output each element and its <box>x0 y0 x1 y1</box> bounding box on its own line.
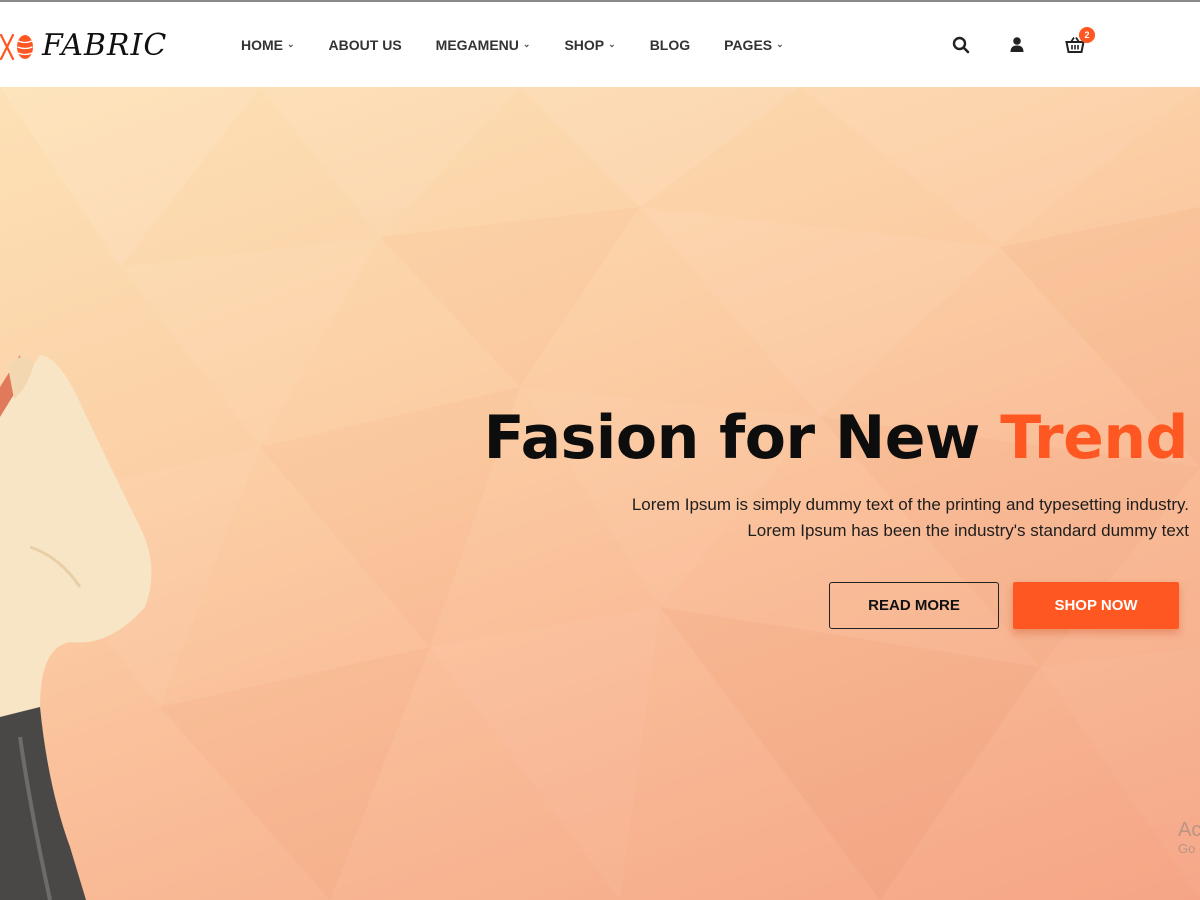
hero-title: Fasion for New Trend <box>483 403 1189 473</box>
cart-icon[interactable]: 2 <box>1065 27 1095 55</box>
nav-item-home[interactable]: HOME ⌄ <box>241 37 295 53</box>
chevron-down-icon: ⌄ <box>287 39 295 49</box>
nav-item-about-us[interactable]: ABOUT US <box>329 37 402 53</box>
chevron-down-icon: ⌄ <box>608 39 616 49</box>
fashion-model-image <box>0 355 152 900</box>
nav-item-label: MEGAMENU <box>435 36 519 53</box>
watermark-line: Ac <box>1178 819 1200 841</box>
hero-title-accent: Trend <box>1000 403 1188 473</box>
main-nav: HOME ⌄ ABOUT US MEGAMENU ⌄ SHOP ⌄ BLOG P… <box>241 2 818 87</box>
user-icon[interactable] <box>1007 35 1027 55</box>
shop-now-button[interactable]: SHOP NOW <box>1013 582 1179 629</box>
brand-logo[interactable]: FABRIC <box>0 26 167 66</box>
nav-item-pages[interactable]: PAGES ⌄ <box>724 37 784 53</box>
hero-subtitle-line: Lorem Ipsum has been the industry's stan… <box>747 521 1189 540</box>
yarn-logo-icon <box>0 29 34 63</box>
hero-subtitle: Lorem Ipsum is simply dummy text of the … <box>632 492 1189 544</box>
chevron-down-icon: ⌄ <box>776 39 784 49</box>
nav-item-blog[interactable]: BLOG <box>650 37 690 53</box>
activation-watermark: Ac Go <box>1178 820 1200 855</box>
search-icon[interactable] <box>951 35 971 55</box>
nav-item-label: BLOG <box>649 36 691 53</box>
nav-item-label: PAGES <box>724 36 773 53</box>
nav-item-megamenu[interactable]: MEGAMENU ⌄ <box>436 37 531 53</box>
nav-item-label: SHOP <box>564 36 605 53</box>
nav-item-label: ABOUT US <box>328 36 402 53</box>
nav-item-label: HOME <box>241 36 283 53</box>
site-header: FABRIC HOME ⌄ ABOUT US MEGAMENU ⌄ SHOP ⌄… <box>0 2 1200 87</box>
chevron-down-icon: ⌄ <box>522 39 531 49</box>
brand-name: FABRIC <box>42 28 168 63</box>
header-actions: 2 <box>900 2 1200 87</box>
watermark-line: Go <box>1178 841 1196 856</box>
hero-banner: Fasion for New Trend Lorem Ipsum is simp… <box>0 87 1200 900</box>
cart-count-badge: 2 <box>1079 27 1095 43</box>
nav-item-shop[interactable]: SHOP ⌄ <box>564 37 615 53</box>
read-more-button[interactable]: READ MORE <box>829 582 999 629</box>
hero-subtitle-line: Lorem Ipsum is simply dummy text of the … <box>631 495 1189 514</box>
hero-title-main: Fasion for New <box>483 403 1001 473</box>
